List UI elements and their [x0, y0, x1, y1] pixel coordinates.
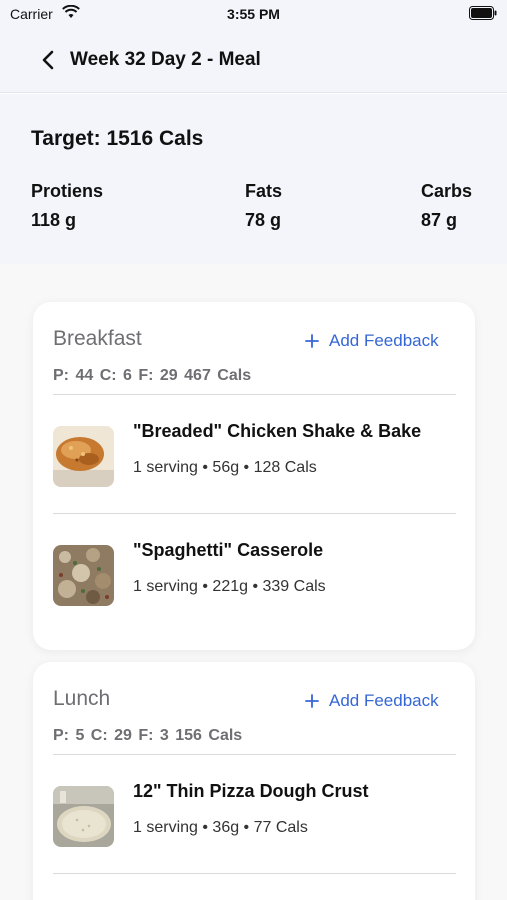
- protein-value: 118 g: [31, 210, 77, 230]
- breaded-chicken-thumbnail: [53, 426, 114, 487]
- meal-list[interactable]: Breakfast Add Feedback P: 44 C: 6 F: 29 …: [0, 264, 507, 900]
- meal-card-lunch: Lunch Add Feedback P: 5 C: 29 F: 3 156 C…: [33, 662, 475, 900]
- add-feedback-button[interactable]: Add Feedback: [305, 691, 439, 711]
- food-name: 12" Thin Pizza Dough Crust: [133, 781, 369, 801]
- meal-macros: P: 44 C: 6 F: 29 467 Cals: [53, 367, 252, 384]
- meal-macros: P: 5 C: 29 F: 3 156 Cals: [53, 727, 243, 744]
- battery-icon: [469, 6, 497, 20]
- fats-value: 78 g: [245, 210, 282, 230]
- plus-icon: [305, 694, 319, 708]
- plus-icon: [305, 334, 319, 348]
- divider: [53, 873, 456, 874]
- food-detail: 1 serving • 221g • 339 Cals: [133, 578, 326, 595]
- add-feedback-label: Add Feedback: [329, 331, 439, 350]
- meal-title: Breakfast: [53, 327, 142, 350]
- protein-label: Protiens: [31, 181, 104, 201]
- food-item-row[interactable]: "Breaded" Chicken Shake & Bake 1 serving…: [53, 395, 456, 513]
- carbs-value: 87 g: [421, 210, 458, 230]
- food-detail: 1 serving • 56g • 128 Cals: [133, 459, 317, 476]
- casserole-thumbnail: [53, 545, 114, 606]
- carbs-label: Carbs: [421, 181, 473, 201]
- daily-target-summary: Target: 1516 Cals Protiens 118 g Fats 78…: [0, 94, 507, 264]
- status-bar: Carrier 3:55 PM: [0, 0, 507, 28]
- meal-title: Lunch: [53, 687, 111, 710]
- food-name: "Spaghetti" Casserole: [133, 540, 324, 560]
- add-feedback-button[interactable]: Add Feedback: [305, 331, 439, 351]
- food-item-row[interactable]: "Spaghetti" Casserole 1 serving • 221g •…: [53, 514, 456, 632]
- add-feedback-label: Add Feedback: [329, 691, 439, 710]
- food-detail: 1 serving • 36g • 77 Cals: [133, 819, 308, 836]
- back-chevron-icon[interactable]: [38, 48, 60, 72]
- meal-card-breakfast: Breakfast Add Feedback P: 44 C: 6 F: 29 …: [33, 302, 475, 650]
- food-item-row[interactable]: 12" Thin Pizza Dough Crust 1 serving • 3…: [53, 755, 456, 873]
- pizza-crust-thumbnail: [53, 786, 114, 847]
- status-time: 3:55 PM: [227, 6, 280, 22]
- nav-bar: Week 32 Day 2 - Meal: [0, 28, 507, 93]
- food-name: "Breaded" Chicken Shake & Bake: [133, 421, 422, 441]
- fats-label: Fats: [245, 181, 283, 201]
- page-title: Week 32 Day 2 - Meal: [70, 49, 261, 70]
- calorie-target: Target: 1516 Cals: [31, 127, 204, 150]
